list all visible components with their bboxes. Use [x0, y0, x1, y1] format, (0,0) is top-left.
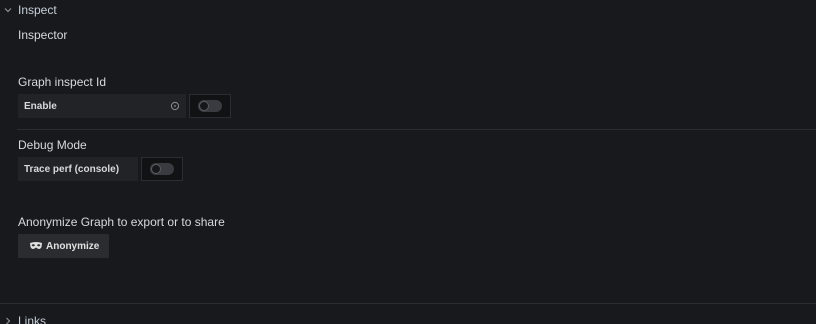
- switch-knob: [151, 164, 161, 174]
- inspector-title: Inspector: [18, 28, 68, 42]
- chevron-right-icon: [3, 316, 13, 324]
- inspect-panel: Inspect Inspector Graph inspect Id Enabl…: [0, 0, 816, 324]
- anonymize-label: Anonymize Graph to export or to share: [18, 215, 225, 229]
- trace-perf-label: Trace perf (console): [24, 163, 120, 175]
- enable-switch[interactable]: [198, 100, 222, 112]
- anonymize-button[interactable]: Anonymize: [18, 234, 110, 258]
- info-circle-icon[interactable]: [170, 101, 180, 111]
- enable-field: Enable: [18, 94, 186, 118]
- divider: [17, 129, 816, 130]
- trace-perf-field: Trace perf (console): [18, 157, 138, 181]
- trace-perf-switch[interactable]: [150, 163, 174, 175]
- enable-toggle[interactable]: [189, 94, 231, 118]
- links-section-title: Links: [18, 314, 47, 324]
- inspect-section-title: Inspect: [18, 3, 57, 17]
- anonymize-button-label: Anonymize: [46, 240, 100, 252]
- inspect-section-header[interactable]: Inspect: [0, 0, 816, 20]
- links-section-header[interactable]: Links: [0, 311, 816, 324]
- enable-label: Enable: [24, 100, 57, 112]
- switch-knob: [199, 101, 209, 111]
- section-divider: [0, 303, 816, 304]
- debug-mode-label: Debug Mode: [18, 138, 87, 152]
- graph-inspect-label: Graph inspect Id: [18, 75, 107, 89]
- mask-icon: [29, 241, 43, 251]
- chevron-down-icon: [3, 5, 13, 15]
- trace-perf-toggle[interactable]: [141, 157, 183, 181]
